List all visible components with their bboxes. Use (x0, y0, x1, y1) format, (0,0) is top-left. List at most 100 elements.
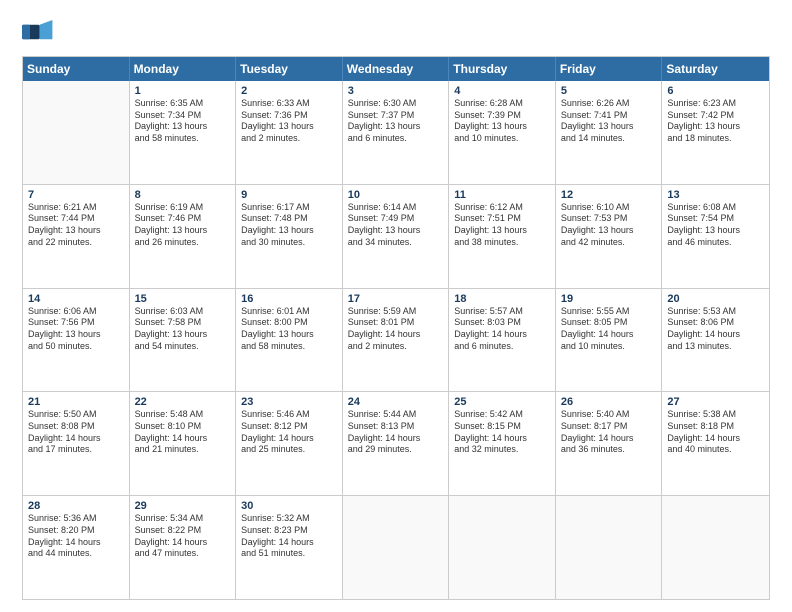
cell-info-line: Sunset: 7:36 PM (241, 110, 337, 122)
cell-info-line: Sunset: 8:03 PM (454, 317, 550, 329)
cell-info-line: Daylight: 13 hours (28, 329, 124, 341)
cell-info-line: Sunset: 7:58 PM (135, 317, 231, 329)
cell-info-line: Sunset: 7:51 PM (454, 213, 550, 225)
cell-info-line: Sunset: 8:08 PM (28, 421, 124, 433)
day-cell-22: 22Sunrise: 5:48 AMSunset: 8:10 PMDayligh… (130, 392, 237, 495)
cell-info-line: and 44 minutes. (28, 548, 124, 560)
day-number: 23 (241, 396, 337, 408)
header-day-wednesday: Wednesday (343, 57, 450, 81)
cell-info-line: Daylight: 13 hours (454, 121, 550, 133)
day-number: 24 (348, 396, 444, 408)
header-day-friday: Friday (556, 57, 663, 81)
cell-info-line: Sunrise: 6:12 AM (454, 202, 550, 214)
cell-info-line: and 18 minutes. (667, 133, 764, 145)
cell-info-line: Daylight: 14 hours (348, 329, 444, 341)
cell-info-line: and 14 minutes. (561, 133, 657, 145)
cell-info-line: and 2 minutes. (348, 341, 444, 353)
cell-info-line: and 10 minutes. (454, 133, 550, 145)
week-row-2: 7Sunrise: 6:21 AMSunset: 7:44 PMDaylight… (23, 185, 769, 289)
cell-info-line: and 40 minutes. (667, 444, 764, 456)
cell-info-line: Sunset: 7:34 PM (135, 110, 231, 122)
cell-info-line: Daylight: 13 hours (561, 121, 657, 133)
cell-info-line: Sunrise: 6:03 AM (135, 306, 231, 318)
cell-info-line: Daylight: 14 hours (241, 433, 337, 445)
day-number: 7 (28, 189, 124, 201)
day-number: 16 (241, 293, 337, 305)
cell-info-line: Sunrise: 5:38 AM (667, 409, 764, 421)
cell-info-line: and 34 minutes. (348, 237, 444, 249)
logo-icon (22, 18, 54, 46)
day-cell-4: 4Sunrise: 6:28 AMSunset: 7:39 PMDaylight… (449, 81, 556, 184)
day-cell-26: 26Sunrise: 5:40 AMSunset: 8:17 PMDayligh… (556, 392, 663, 495)
cell-info-line: Sunset: 7:39 PM (454, 110, 550, 122)
cell-info-line: and 22 minutes. (28, 237, 124, 249)
cell-info-line: Sunset: 8:01 PM (348, 317, 444, 329)
cell-info-line: Daylight: 14 hours (454, 433, 550, 445)
day-number: 27 (667, 396, 764, 408)
cell-info-line: Sunrise: 6:33 AM (241, 98, 337, 110)
cell-info-line: and 46 minutes. (667, 237, 764, 249)
page: SundayMondayTuesdayWednesdayThursdayFrid… (0, 0, 792, 612)
day-cell-11: 11Sunrise: 6:12 AMSunset: 7:51 PMDayligh… (449, 185, 556, 288)
day-cell-3: 3Sunrise: 6:30 AMSunset: 7:37 PMDaylight… (343, 81, 450, 184)
cell-info-line: Sunset: 7:48 PM (241, 213, 337, 225)
day-number: 28 (28, 500, 124, 512)
cell-info-line: Daylight: 13 hours (135, 329, 231, 341)
cell-info-line: Sunset: 8:13 PM (348, 421, 444, 433)
day-cell-15: 15Sunrise: 6:03 AMSunset: 7:58 PMDayligh… (130, 289, 237, 392)
cell-info-line: Sunrise: 5:32 AM (241, 513, 337, 525)
empty-cell-4-5 (556, 496, 663, 599)
day-cell-6: 6Sunrise: 6:23 AMSunset: 7:42 PMDaylight… (662, 81, 769, 184)
cell-info-line: Sunrise: 5:34 AM (135, 513, 231, 525)
cell-info-line: Sunrise: 6:14 AM (348, 202, 444, 214)
day-cell-7: 7Sunrise: 6:21 AMSunset: 7:44 PMDaylight… (23, 185, 130, 288)
cell-info-line: and 42 minutes. (561, 237, 657, 249)
cell-info-line: Daylight: 13 hours (28, 225, 124, 237)
cell-info-line: Sunrise: 5:50 AM (28, 409, 124, 421)
day-number: 13 (667, 189, 764, 201)
empty-cell-4-4 (449, 496, 556, 599)
cell-info-line: Sunset: 7:49 PM (348, 213, 444, 225)
cell-info-line: and 17 minutes. (28, 444, 124, 456)
cell-info-line: Sunrise: 6:08 AM (667, 202, 764, 214)
cell-info-line: Daylight: 14 hours (667, 329, 764, 341)
cell-info-line: Daylight: 13 hours (241, 329, 337, 341)
day-number: 20 (667, 293, 764, 305)
cell-info-line: Daylight: 14 hours (561, 329, 657, 341)
cell-info-line: and 47 minutes. (135, 548, 231, 560)
cell-info-line: and 21 minutes. (135, 444, 231, 456)
day-cell-24: 24Sunrise: 5:44 AMSunset: 8:13 PMDayligh… (343, 392, 450, 495)
header-day-monday: Monday (130, 57, 237, 81)
cell-info-line: Sunset: 8:18 PM (667, 421, 764, 433)
cell-info-line: and 36 minutes. (561, 444, 657, 456)
day-number: 10 (348, 189, 444, 201)
calendar-header: SundayMondayTuesdayWednesdayThursdayFrid… (23, 57, 769, 81)
day-cell-1: 1Sunrise: 6:35 AMSunset: 7:34 PMDaylight… (130, 81, 237, 184)
header (22, 18, 770, 46)
day-number: 25 (454, 396, 550, 408)
cell-info-line: Sunset: 8:10 PM (135, 421, 231, 433)
cell-info-line: Daylight: 13 hours (561, 225, 657, 237)
cell-info-line: and 30 minutes. (241, 237, 337, 249)
cell-info-line: Sunrise: 6:23 AM (667, 98, 764, 110)
cell-info-line: Sunrise: 5:40 AM (561, 409, 657, 421)
cell-info-line: and 50 minutes. (28, 341, 124, 353)
day-number: 11 (454, 189, 550, 201)
day-number: 22 (135, 396, 231, 408)
day-number: 26 (561, 396, 657, 408)
cell-info-line: Daylight: 13 hours (348, 225, 444, 237)
cell-info-line: Sunrise: 5:55 AM (561, 306, 657, 318)
cell-info-line: Daylight: 14 hours (241, 537, 337, 549)
cell-info-line: Sunrise: 5:57 AM (454, 306, 550, 318)
cell-info-line: Sunrise: 5:36 AM (28, 513, 124, 525)
cell-info-line: and 58 minutes. (135, 133, 231, 145)
cell-info-line: Sunset: 8:06 PM (667, 317, 764, 329)
day-cell-13: 13Sunrise: 6:08 AMSunset: 7:54 PMDayligh… (662, 185, 769, 288)
day-cell-23: 23Sunrise: 5:46 AMSunset: 8:12 PMDayligh… (236, 392, 343, 495)
cell-info-line: and 10 minutes. (561, 341, 657, 353)
day-cell-10: 10Sunrise: 6:14 AMSunset: 7:49 PMDayligh… (343, 185, 450, 288)
day-number: 18 (454, 293, 550, 305)
cell-info-line: Sunrise: 6:19 AM (135, 202, 231, 214)
day-number: 12 (561, 189, 657, 201)
empty-cell-4-6 (662, 496, 769, 599)
